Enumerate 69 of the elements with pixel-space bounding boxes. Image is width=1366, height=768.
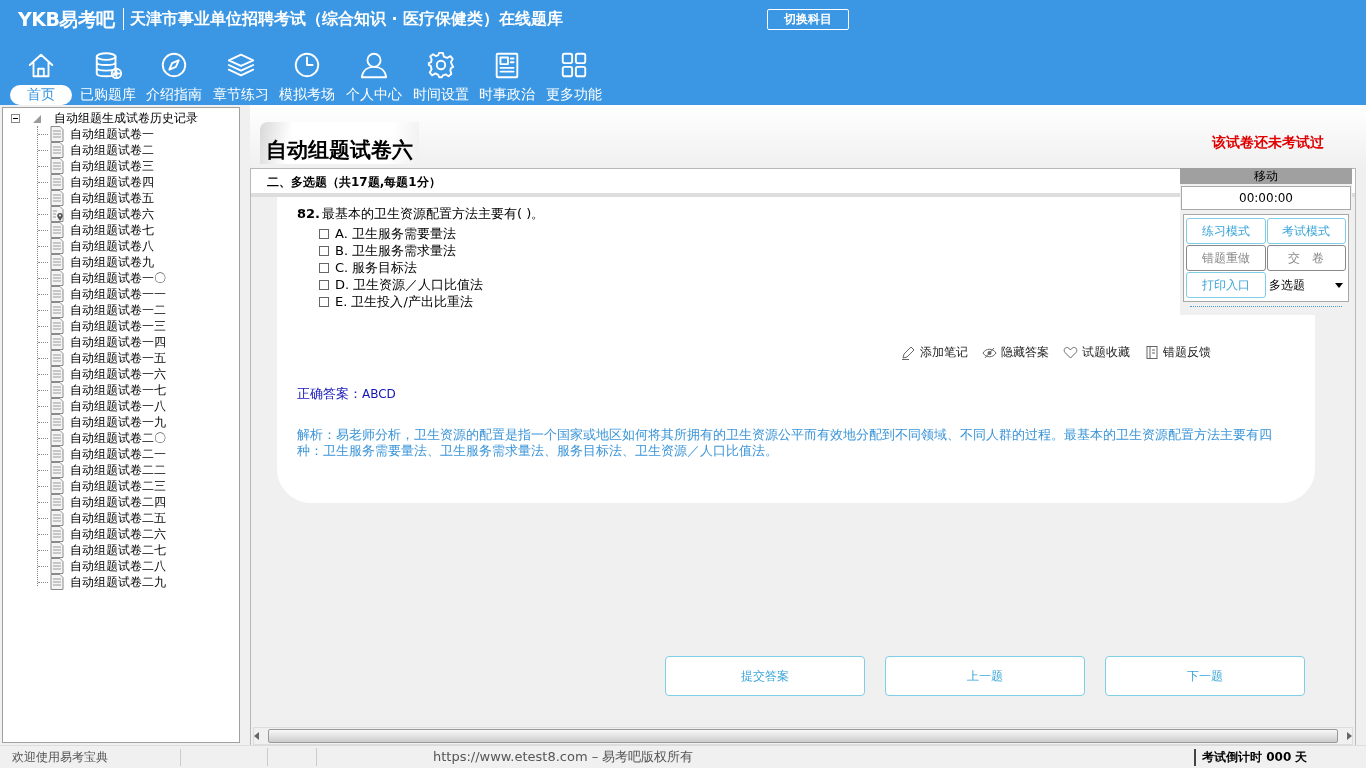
option-checkbox[interactable] [319,228,329,239]
eye-icon [982,345,997,360]
tree-item[interactable]: 自动组题试卷五 [69,189,155,207]
tree-item[interactable]: 自动组题试卷一七 [69,381,167,399]
option-checkbox[interactable] [319,279,329,290]
tree-item[interactable]: 自动组题试卷二〇 [69,429,167,447]
scroll-right-icon[interactable] [1346,732,1352,740]
tree-item[interactable]: 自动组题试卷一 [69,125,155,143]
collapse-toggle[interactable] [11,114,20,123]
question-action-link[interactable]: 错题反馈 [1144,344,1211,361]
tree-item[interactable]: 自动组题试卷二八 [69,557,167,575]
tree-item[interactable]: 自动组题试卷一一 [69,285,167,303]
app-title: 天津市事业单位招聘考试（综合知识 · 医疗保健类）在线题库 [128,8,565,30]
question-action-link[interactable]: 隐藏答案 [982,344,1049,361]
dropdown-caret-icon [1335,282,1343,288]
tree-item[interactable]: 自动组题试卷一五 [69,349,167,367]
tree-item[interactable]: 自动组题试卷一四 [69,333,167,351]
tree-item[interactable]: 自动组题试卷二七 [69,541,167,559]
pencil-icon [901,345,916,360]
timer-display: 00:00:00 [1181,186,1351,210]
option-text: A. 卫生服务需要量法 [335,224,456,243]
option-text: D. 卫生资源／人口比值法 [335,275,484,294]
tree-item[interactable]: 自动组题试卷一二 [69,301,167,319]
tree-item[interactable]: 自动组题试卷二三 [69,477,167,495]
tree-item[interactable]: 自动组题试卷二九 [69,573,167,591]
tree-item[interactable]: 自动组题试卷二六 [69,525,167,543]
option-text: B. 卫生服务需求量法 [335,241,457,260]
exam-status-text: 该试卷还未考试过 [1212,134,1324,152]
folder-triangle-icon [32,113,42,124]
welcome-text: 欢迎使用易考宝典 [0,748,181,766]
horizontal-scrollbar[interactable] [253,727,1353,745]
question-action-link[interactable]: 添加笔记 [901,344,968,361]
scroll-left-icon[interactable] [254,732,260,740]
exam-countdown: 考试倒计时 000 天 [1194,748,1366,766]
option-checkbox[interactable] [319,262,329,273]
tree-item[interactable]: 自动组题试卷二一 [69,445,167,463]
tree-item[interactable]: 自动组题试卷二五 [69,509,167,527]
person-icon[interactable] [358,50,389,80]
tree-item[interactable]: 自动组题试卷三 [69,157,155,175]
feedback-book-icon [1144,345,1159,360]
correct-answer: 正确答案：ABCD [297,385,397,403]
tree-item[interactable]: 自动组题试卷二二 [69,461,167,479]
option-checkbox[interactable] [319,245,329,256]
tree-item[interactable]: 自动组题试卷七 [69,221,155,239]
option-checkbox[interactable] [319,296,329,307]
tree-item[interactable]: 自动组题试卷一六 [69,365,167,383]
paper-title: 自动组题试卷六 [260,122,419,164]
gear-icon[interactable] [425,50,456,80]
answer-explanation: 解析：易老师分析，卫生资源的配置是指一个国家或地区如何将其所拥有的卫生资源公平而有效地分配到不同领域、不同人群的过程。最基本的卫生资源配置方法主要有四种：卫生服务需要量法、卫生服务需求量法、服务目标法、卫生资源／人口比值法。 [297,427,1273,459]
question-action-link[interactable]: 试题收藏 [1063,344,1130,361]
tree-item[interactable]: 自动组题试卷二 [69,141,155,159]
question-text: 82.最基本的卫生资源配置方法主要有( )。 [297,205,546,223]
tree-item[interactable]: 自动组题试卷一八 [69,397,167,415]
tree-item[interactable]: 自动组题试卷六 [69,205,155,223]
tree-item[interactable]: 自动组题试卷二四 [69,493,167,511]
heart-icon [1063,345,1078,360]
question-type-dropdown[interactable]: 多选题 [1266,272,1346,298]
move-handle[interactable]: 移动 [1180,168,1352,184]
tree-item[interactable]: 自动组题试卷一九 [69,413,167,431]
tree-item[interactable]: 自动组题生成试卷历史记录 [53,110,199,127]
app-logo: YKB易考吧 [18,8,124,30]
tree-item[interactable]: 自动组题试卷八 [69,237,155,255]
tree-item[interactable]: 自动组题试卷一〇 [69,269,167,287]
copyright-text: https://www.etest8.com – 易考吧版权所有 [432,748,695,766]
option-text: C. 服务目标法 [335,258,418,277]
option-text: E. 卫生投入/产出比重法 [335,292,473,311]
tree-item[interactable]: 自动组题试卷一三 [69,317,167,335]
tree-item[interactable]: 自动组题试卷九 [69,253,155,271]
tree-item[interactable]: 自动组题试卷四 [69,173,155,191]
